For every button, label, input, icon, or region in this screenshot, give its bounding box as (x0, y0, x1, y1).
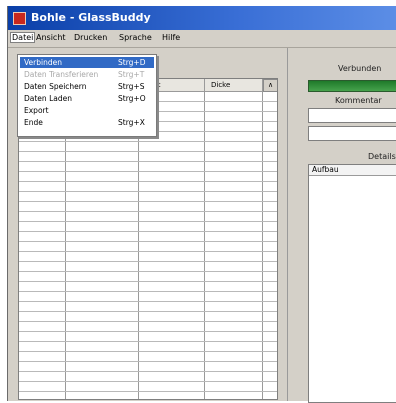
status-label: Verbunden (338, 64, 382, 73)
comment-label: Kommentar (335, 96, 382, 105)
details-list[interactable]: Aufbau (308, 164, 396, 403)
menu-datei[interactable]: Datei (10, 32, 36, 43)
menu-bar: Datei Ansicht Drucken Sprache Hilfe (8, 31, 396, 48)
table-row[interactable] (19, 301, 277, 302)
app-window: Bohle - GlassBuddy Datei Ansicht Drucken… (7, 6, 396, 403)
table-row[interactable] (19, 261, 277, 262)
comment-field-1[interactable] (308, 108, 396, 123)
table-row[interactable] (19, 351, 277, 352)
scroll-up-button[interactable]: ∧ (263, 79, 277, 92)
table-row[interactable] (19, 231, 277, 232)
menu-item-label: Daten Laden (24, 94, 72, 103)
menu-item-shortcut: Strg+O (118, 94, 146, 103)
table-row[interactable] (19, 251, 277, 252)
menu-item-label: Daten Speichern (24, 82, 87, 91)
table-row[interactable] (19, 321, 277, 322)
table-row[interactable] (19, 361, 277, 362)
menu-item-export[interactable]: Export (20, 105, 154, 116)
details-label: Details (368, 152, 396, 161)
menu-item-label: Ende (24, 118, 43, 127)
comment-field-2[interactable] (308, 126, 396, 141)
menu-hilfe[interactable]: Hilfe (162, 33, 180, 42)
window-title: Bohle - GlassBuddy (31, 11, 151, 24)
menu-item-shortcut: Strg+T (118, 70, 145, 79)
details-list-header: Aufbau (309, 165, 396, 176)
menu-ansicht[interactable]: Ansicht (36, 33, 66, 42)
table-row[interactable] (19, 271, 277, 272)
table-row[interactable] (19, 221, 277, 222)
menu-item-daten-transferieren[interactable]: Daten Transferieren Strg+T (20, 69, 154, 80)
table-row[interactable] (19, 161, 277, 162)
details-column-aufbau[interactable]: Aufbau (312, 165, 339, 174)
table-row[interactable] (19, 331, 277, 332)
column-header-dicke[interactable]: Dicke (211, 81, 230, 89)
table-row[interactable] (19, 381, 277, 382)
menu-item-label: Export (24, 106, 49, 115)
table-row[interactable] (19, 281, 277, 282)
table-row[interactable] (19, 241, 277, 242)
menu-sprache[interactable]: Sprache (119, 33, 152, 42)
table-row[interactable] (19, 291, 277, 292)
table-row[interactable] (19, 211, 277, 212)
menu-item-shortcut: Strg+X (118, 118, 145, 127)
table-row[interactable] (19, 311, 277, 312)
table-row[interactable] (19, 371, 277, 372)
table-row[interactable] (19, 141, 277, 142)
table-row[interactable] (19, 201, 277, 202)
table-row[interactable] (19, 151, 277, 152)
table-row[interactable] (19, 341, 277, 342)
menu-item-shortcut: Strg+D (118, 58, 146, 67)
connection-indicator (308, 80, 396, 92)
menu-item-label: Daten Transferieren (24, 70, 99, 79)
menu-item-verbinden[interactable]: Verbinden Strg+D (20, 57, 154, 68)
menu-drucken[interactable]: Drucken (74, 33, 107, 42)
table-row[interactable] (19, 191, 277, 192)
table-row[interactable] (19, 391, 277, 392)
file-menu-dropdown: Verbinden Strg+D Daten Transferieren Str… (17, 54, 157, 137)
table-row[interactable] (19, 171, 277, 172)
menu-item-daten-speichern[interactable]: Daten Speichern Strg+S (20, 81, 154, 92)
menu-item-label: Verbinden (24, 58, 62, 67)
table-row[interactable] (19, 181, 277, 182)
menu-item-shortcut: Strg+S (118, 82, 145, 91)
right-panel: Verbunden Kommentar Details Aufbau (287, 48, 396, 403)
menu-item-ende[interactable]: Ende Strg+X (20, 117, 154, 128)
title-bar[interactable]: Bohle - GlassBuddy (8, 6, 396, 30)
menu-item-daten-laden[interactable]: Daten Laden Strg+O (20, 93, 154, 104)
app-icon (13, 12, 26, 25)
